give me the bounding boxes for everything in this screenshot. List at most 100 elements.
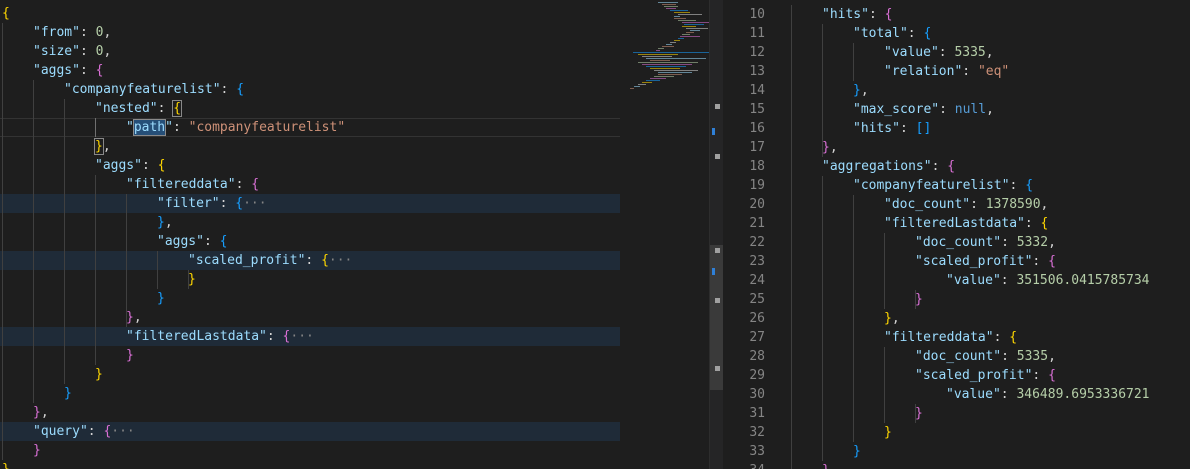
code-text: "filteredLastdata": {··· (126, 327, 314, 346)
code-token: { (235, 196, 244, 211)
minimap-line (646, 58, 706, 59)
code-line[interactable]: 32} (723, 423, 1190, 442)
code-token: "filtereddata" (884, 330, 994, 345)
code-text: }, (853, 81, 869, 100)
code-line[interactable]: 11 "total": { (723, 24, 1190, 43)
code-text: "value": 5335, (884, 43, 994, 62)
code-token: } (188, 272, 196, 287)
left-editor-pane[interactable]: {"from": 0, "size": 0, "aggs": {"companyfe… (0, 0, 620, 469)
right-editor-pane[interactable]: 10 "hits": {11 "total": {12 "value": 5335, 1… (723, 0, 1190, 469)
code-text: "hits": { (822, 5, 892, 24)
code-line[interactable]: 12 "value": 5335, (723, 43, 1190, 62)
code-line[interactable]: "aggs": { (0, 232, 620, 251)
code-line[interactable]: 19 "companyfeaturelist": { (723, 176, 1190, 195)
code-line[interactable]: 23 "scaled_profit": { (723, 252, 1190, 271)
code-token: "filteredLastdata" (884, 216, 1025, 231)
code-line[interactable]: 17}, (723, 138, 1190, 157)
code-text: } (2, 460, 10, 469)
minimap-line (642, 64, 692, 65)
code-line[interactable]: } (0, 460, 620, 469)
code-line[interactable]: "scaled_profit": {··· (0, 251, 620, 270)
code-line[interactable]: "nested": { (0, 99, 620, 118)
indent-guide (33, 80, 34, 403)
code-token: "from" (33, 25, 80, 40)
minimap[interactable] (620, 0, 710, 469)
code-token: 5335 (1016, 349, 1049, 364)
code-line[interactable]: 25} (723, 290, 1190, 309)
minimap-line (662, 46, 674, 47)
code-line[interactable]: } (0, 384, 620, 403)
code-line[interactable]: "query": {··· (0, 422, 620, 441)
folded-ellipsis[interactable]: ··· (290, 329, 313, 344)
code-token: : (157, 101, 174, 116)
code-token: { (1040, 216, 1049, 231)
code-line[interactable]: } (0, 441, 620, 460)
code-line[interactable]: 22 "doc_count": 5332, (723, 233, 1190, 252)
code-line[interactable]: 27 "filtereddata": { (723, 328, 1190, 347)
line-number: 17 (749, 140, 765, 155)
code-token: } (33, 405, 41, 420)
code-line[interactable]: 29 "scaled_profit": { (723, 366, 1190, 385)
code-line[interactable]: 10 "hits": { (723, 5, 1190, 24)
indent-guide (915, 290, 916, 309)
folded-ellipsis[interactable]: ··· (243, 196, 266, 211)
code-line[interactable]: 16 "hits": [] (723, 119, 1190, 138)
line-number: 14 (749, 83, 765, 98)
code-line[interactable]: "aggs": { (0, 61, 620, 80)
code-line[interactable]: }, (0, 137, 620, 156)
code-line[interactable]: } (0, 365, 620, 384)
code-token: "companyfeaturelist" (188, 120, 346, 135)
code-line[interactable]: 21 "filteredLastdata": { (723, 214, 1190, 233)
code-line[interactable]: { (0, 4, 620, 23)
code-line[interactable]: "companyfeaturelist": { (0, 80, 620, 99)
minimap-line (634, 86, 640, 87)
code-line[interactable]: 13 "relation": "eq" (723, 62, 1190, 81)
code-line[interactable]: "filter": {··· (0, 194, 620, 213)
code-token: : (141, 158, 158, 173)
indent-guide (126, 194, 127, 327)
code-line[interactable]: 34} (723, 461, 1190, 469)
code-line[interactable]: "aggs": { (0, 156, 620, 175)
code-text: "value": 351506.0415785734 (946, 271, 1150, 290)
code-line[interactable]: "filtereddata": { (0, 175, 620, 194)
code-line[interactable]: "path": "companyfeaturelist" (0, 118, 620, 137)
code-line[interactable]: 15 "max_score": null, (723, 100, 1190, 119)
code-token: { (923, 26, 932, 41)
code-token: 5332 (1016, 235, 1049, 250)
code-line[interactable]: } (0, 289, 620, 308)
code-line[interactable]: } (0, 270, 620, 289)
code-line[interactable]: 24 "value": 351506.0415785734 (723, 271, 1190, 290)
code-line[interactable]: "filteredLastdata": {··· (0, 327, 620, 346)
code-line[interactable]: "size": 0, (0, 42, 620, 61)
scrollbar-marker-cursor (712, 128, 715, 135)
code-token: "value" (884, 45, 939, 60)
code-line[interactable]: 20 "doc_count": 1378590, (723, 195, 1190, 214)
code-line[interactable]: }, (0, 213, 620, 232)
code-line[interactable]: "from": 0, (0, 23, 620, 42)
code-token: [] (915, 121, 932, 136)
code-token: : (1001, 235, 1017, 250)
code-line[interactable]: 33} (723, 442, 1190, 461)
code-text: "size": 0, (33, 42, 111, 61)
scrollbar-marker (715, 298, 720, 303)
code-line[interactable]: 30 "value": 346489.6953336721 (723, 385, 1190, 404)
vertical-scrollbar[interactable] (709, 0, 724, 469)
code-token: } (884, 425, 892, 440)
code-line[interactable]: }, (0, 403, 620, 422)
code-line[interactable]: 14}, (723, 81, 1190, 100)
code-line[interactable]: 31} (723, 404, 1190, 423)
code-line[interactable]: 18 "aggregations": { (723, 157, 1190, 176)
folded-ellipsis[interactable]: ··· (329, 253, 352, 268)
code-line[interactable]: } (0, 346, 620, 365)
code-token: : (172, 120, 189, 135)
line-number: 31 (749, 406, 765, 421)
indent-guide (915, 404, 916, 423)
code-token: , (133, 310, 142, 325)
code-token: } (822, 140, 830, 155)
code-text: "path": "companyfeaturelist" (126, 118, 345, 137)
code-line[interactable]: 28 "doc_count": 5335, (723, 347, 1190, 366)
code-line[interactable]: }, (0, 308, 620, 327)
code-line[interactable]: 26}, (723, 309, 1190, 328)
minimap-line (666, 8, 676, 9)
folded-ellipsis[interactable]: ··· (111, 424, 134, 439)
